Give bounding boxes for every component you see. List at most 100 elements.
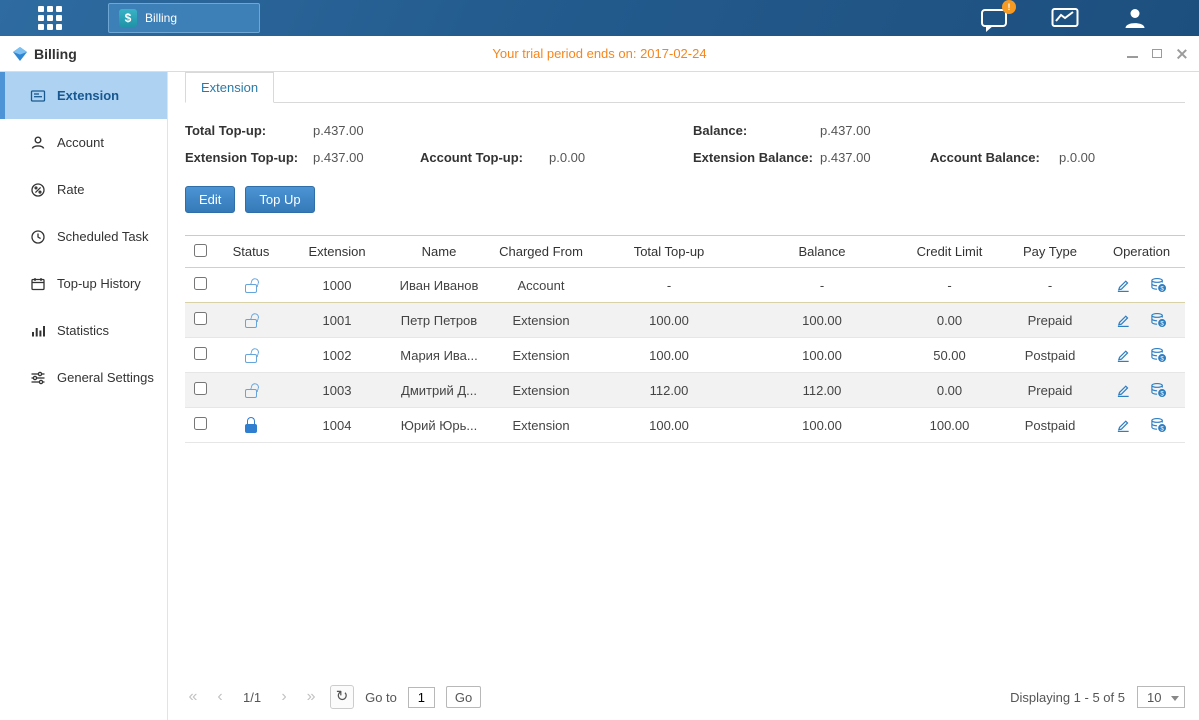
sidebar-label: Account <box>57 135 104 150</box>
page-indicator: 1/1 <box>243 690 261 705</box>
sidebar-item-general-settings[interactable]: General Settings <box>0 354 167 401</box>
top-up-button[interactable]: Top Up <box>245 186 314 213</box>
account-balance-label: Account Balance: <box>930 150 1059 165</box>
extension-table: Status Extension Name Charged From Total… <box>185 235 1185 443</box>
extension-topup-value: p.437.00 <box>313 150 420 165</box>
topup-extension-button[interactable]: $ <box>1150 417 1167 433</box>
svg-text:$: $ <box>1161 356 1165 363</box>
cell-total-topup: 100.00 <box>591 408 747 443</box>
close-window-icon[interactable] <box>1176 48 1187 59</box>
extension-icon <box>30 88 46 104</box>
header-extension: Extension <box>287 236 387 268</box>
edit-extension-button[interactable] <box>1116 418 1131 433</box>
cell-name: Юрий Юрь... <box>387 408 491 443</box>
edit-extension-button[interactable] <box>1116 313 1131 328</box>
cell-pay-type: Postpaid <box>1002 338 1098 373</box>
balance-label: Balance: <box>693 123 820 138</box>
header-operation: Operation <box>1098 236 1185 268</box>
last-page-icon[interactable]: » <box>303 688 319 706</box>
apps-grid-icon[interactable] <box>38 6 62 30</box>
lock-status-icon <box>245 389 257 398</box>
sidebar-item-statistics[interactable]: Statistics <box>0 307 167 354</box>
cell-balance: - <box>747 268 897 303</box>
topup-extension-button[interactable]: $ <box>1150 277 1167 293</box>
topup-extension-button[interactable]: $ <box>1150 347 1167 363</box>
tab-extension[interactable]: Extension <box>185 72 274 103</box>
edit-extension-button[interactable] <box>1116 348 1131 363</box>
window-controls <box>1127 48 1187 59</box>
sidebar-label: Scheduled Task <box>57 229 149 244</box>
billing-app-window: $ Billing ! <box>0 0 1199 720</box>
cell-extension: 1002 <box>287 338 387 373</box>
rate-icon <box>30 182 46 198</box>
cell-balance: 100.00 <box>747 338 897 373</box>
header-charged-from: Charged From <box>491 236 591 268</box>
row-checkbox[interactable] <box>194 382 207 395</box>
svg-text:$: $ <box>1161 286 1165 293</box>
row-checkbox[interactable] <box>194 277 207 290</box>
billing-logo-icon <box>12 46 28 62</box>
row-checkbox[interactable] <box>194 417 207 430</box>
header-name: Name <box>387 236 491 268</box>
header-balance: Balance <box>747 236 897 268</box>
header-pay-type: Pay Type <box>1002 236 1098 268</box>
table-header-row: Status Extension Name Charged From Total… <box>185 236 1185 268</box>
topup-extension-button[interactable]: $ <box>1150 382 1167 398</box>
cell-pay-type: Prepaid <box>1002 373 1098 408</box>
edit-extension-button[interactable] <box>1116 383 1131 398</box>
sidebar-item-rate[interactable]: Rate <box>0 166 167 213</box>
table-row: 1000 Иван Иванов Account - - - - $ <box>185 268 1185 303</box>
cell-credit-limit: - <box>897 268 1002 303</box>
total-topup-value: p.437.00 <box>313 123 420 138</box>
minimize-window-icon[interactable] <box>1127 56 1138 58</box>
refresh-icon[interactable]: ↻ <box>330 685 354 709</box>
lock-status-icon <box>245 319 257 328</box>
table-row: 1004 Юрий Юрь... Extension 100.00 100.00… <box>185 408 1185 443</box>
notifications-chat-icon[interactable]: ! <box>981 9 1007 27</box>
sidebar-label: Statistics <box>57 323 109 338</box>
sidebar-item-topup-history[interactable]: Top-up History <box>0 260 167 307</box>
goto-page-input[interactable] <box>408 687 435 708</box>
topbar-tab-billing[interactable]: $ Billing <box>108 3 260 33</box>
sliders-icon <box>30 370 46 386</box>
trial-notice: Your trial period ends on: 2017-02-24 <box>0 46 1199 61</box>
sidebar-label: Extension <box>57 88 119 103</box>
sidebar-item-account[interactable]: Account <box>0 119 167 166</box>
svg-text:$: $ <box>1161 426 1165 433</box>
total-topup-label: Total Top-up: <box>185 123 313 138</box>
svg-text:$: $ <box>1161 391 1165 398</box>
cell-charged-from: Extension <box>491 373 591 408</box>
cell-charged-from: Extension <box>491 408 591 443</box>
cell-charged-from: Account <box>491 268 591 303</box>
extension-table-wrapper: Status Extension Name Charged From Total… <box>185 235 1185 443</box>
page-size-value: 10 <box>1147 690 1161 705</box>
extension-balance-value: p.437.00 <box>820 150 930 165</box>
user-account-icon[interactable] <box>1123 7 1147 29</box>
sidebar-label: Top-up History <box>57 276 141 291</box>
sidebar: Extension Account Rate Scheduled Task To… <box>0 72 168 720</box>
maximize-window-icon[interactable] <box>1152 49 1162 58</box>
go-button[interactable]: Go <box>446 686 481 708</box>
notification-badge: ! <box>1002 0 1016 14</box>
header-credit-limit: Credit Limit <box>897 236 1002 268</box>
resource-monitor-icon[interactable] <box>1051 7 1079 29</box>
sidebar-item-scheduled-task[interactable]: Scheduled Task <box>0 213 167 260</box>
edit-extension-button[interactable] <box>1116 278 1131 293</box>
action-buttons: Edit Top Up <box>185 186 1185 213</box>
first-page-icon[interactable]: « <box>185 688 201 706</box>
edit-button[interactable]: Edit <box>185 186 235 213</box>
cell-extension: 1000 <box>287 268 387 303</box>
sidebar-item-extension[interactable]: Extension <box>0 72 167 119</box>
page-size-select[interactable]: 10 <box>1137 686 1185 708</box>
cell-name: Иван Иванов <box>387 268 491 303</box>
account-topup-label: Account Top-up: <box>420 150 549 165</box>
cell-name: Петр Петров <box>387 303 491 338</box>
row-checkbox[interactable] <box>194 347 207 360</box>
row-checkbox[interactable] <box>194 312 207 325</box>
cell-extension: 1004 <box>287 408 387 443</box>
previous-page-icon[interactable]: ‹ <box>212 688 228 706</box>
next-page-icon[interactable]: › <box>276 688 292 706</box>
topup-extension-button[interactable]: $ <box>1150 312 1167 328</box>
select-all-checkbox[interactable] <box>194 244 207 257</box>
main-content: Extension Total Top-up: p.437.00 Balance… <box>168 72 1199 720</box>
